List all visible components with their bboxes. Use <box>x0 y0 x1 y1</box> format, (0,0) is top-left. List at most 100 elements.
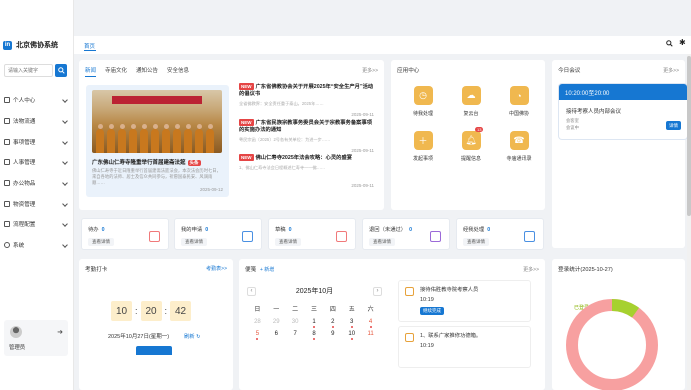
search-input[interactable] <box>4 64 53 77</box>
sidebar-item-materials[interactable]: 物资管理 <box>0 193 74 214</box>
next-month-button[interactable]: › <box>372 286 382 296</box>
stat-details-button[interactable]: 查看详情 <box>88 238 114 246</box>
news-item-title: NEW 广东省佛教协会关于开展2025年“安全生产月”活动的倡议书 <box>239 83 374 97</box>
sidebar-item-workflow[interactable]: 流程配置 <box>0 214 74 235</box>
app-china-buddhist[interactable]: ◔ 中国佛协 <box>495 86 543 117</box>
sidebar-item-label: 系统 <box>13 243 25 250</box>
meeting-name: 接待考察人员内部会议 <box>566 109 622 115</box>
calendar-day[interactable]: 28 <box>248 319 267 325</box>
stat-count: 0 <box>101 227 105 233</box>
sidebar-item-matters[interactable]: 事项管理 <box>0 131 74 152</box>
chevron-down-icon <box>62 118 68 124</box>
app-pending[interactable]: ◷ 待我处理 <box>399 86 447 117</box>
tab-home[interactable]: 首页 <box>84 42 95 50</box>
sidebar-item-label: 法物流通 <box>13 119 36 126</box>
sidebar-item-personal-center[interactable]: 个人中心 <box>0 90 74 111</box>
calendar-day[interactable]: 8 <box>305 331 324 337</box>
calendar-day[interactable]: 29 <box>267 319 286 325</box>
gear-icon[interactable]: ✱ <box>679 38 686 47</box>
tab-notices[interactable]: 通知公告 <box>136 66 158 77</box>
user-name: 管理员 <box>9 345 26 351</box>
featured-news-title: 广东佛山仁寿寺隆重举行首届建斋法筵 头条 <box>92 160 201 166</box>
search-icon[interactable] <box>666 40 673 47</box>
gear-icon <box>4 242 10 249</box>
add-note-button[interactable]: + 新增 <box>260 266 274 273</box>
meeting-more-link[interactable]: 更多>> <box>663 67 679 74</box>
tab-temple-culture[interactable]: 寺庙文化 <box>105 66 127 77</box>
calendar-day[interactable]: 5 <box>248 331 267 337</box>
featured-news[interactable]: 广东佛山仁寿寺隆重举行首届建斋法筵 头条 佛山仁寿寺于近日隆重举行首届建斋法筵法会… <box>86 85 229 197</box>
stat-label: 退回（未通过） 0 <box>369 227 413 233</box>
stat-label: 待办 0 <box>88 227 105 233</box>
phone-icon: ☎ <box>509 131 529 150</box>
app-cloud[interactable]: ☁ 复云台 <box>447 86 495 117</box>
avatar[interactable] <box>10 326 22 338</box>
calendar-day[interactable]: 1 <box>305 319 324 325</box>
sidebar-item-office-supplies[interactable]: 办公物品 <box>0 173 74 194</box>
box-icon <box>4 200 10 207</box>
news-item-desc: 全省佛教界：安全责任重于泰山。2025年…… <box>239 101 324 106</box>
calendar-day[interactable]: 6 <box>267 331 286 337</box>
stat-details-button[interactable]: 查看详情 <box>181 238 207 246</box>
news-list: NEW 广东省佛教协会关于开展2025年“安全生产月”活动的倡议书 全省佛教界：安… <box>239 83 374 190</box>
calendar-day[interactable]: 2 <box>323 319 342 325</box>
meeting-item[interactable]: 10:20:00至20:00 接待考察人员内部会议 会客室 会议中 详情 <box>559 84 687 139</box>
clock-in-button[interactable] <box>136 346 172 355</box>
new-tag: NEW <box>239 154 254 161</box>
calendar-day[interactable]: 10 <box>342 331 361 337</box>
brand[interactable]: in 北京佛协系统 <box>3 40 58 50</box>
scrollbar-thumb[interactable] <box>687 56 691 216</box>
sidebar-item-dharma-circulation[interactable]: 法物流通 <box>0 111 74 132</box>
stat-details-button[interactable]: 查看详情 <box>463 238 489 246</box>
calendar-day[interactable]: 7 <box>286 331 305 337</box>
calendar-grid: 日 一 二 三 四 五 六 28 29 30 1 2 3 4 5 6 7 8 9 10 11 <box>248 304 380 337</box>
app-initiate[interactable]: ＋ 发起事项 <box>399 131 447 162</box>
stat-details-button[interactable]: 查看详情 <box>275 238 301 246</box>
document-icon <box>336 231 347 242</box>
calendar-day[interactable]: 30 <box>286 319 305 325</box>
stat-count: 0 <box>205 227 209 233</box>
brand-name: 北京佛协系统 <box>16 42 58 49</box>
prev-month-button[interactable]: ‹ <box>247 286 256 296</box>
todo-status-tag[interactable]: 继续完成 <box>420 307 444 315</box>
todo-item[interactable]: 接待佑胜教寺院考察人员 10:19 继续完成 <box>398 280 531 322</box>
calendar-day[interactable]: 11 <box>361 331 380 337</box>
refresh-button[interactable]: 刷新 ↻ <box>184 332 201 340</box>
todo-time: 10:19 <box>420 297 434 303</box>
todo-item[interactable]: 1、联系广家推修功德箱。 10:19 <box>398 326 531 368</box>
meeting-status: 会议中 <box>566 124 579 130</box>
sidebar-item-system[interactable]: 系统 <box>0 235 74 256</box>
app-reminders[interactable]: 🔔︎ 13 提醒信息 <box>447 127 495 162</box>
news-item[interactable]: NEW 广东省佛教协会关于开展2025年“安全生产月”活动的倡议书 全省佛教界：安… <box>239 83 374 119</box>
calendar-day[interactable]: 4 <box>361 319 380 325</box>
calendar-month: 2025年10月 <box>295 288 334 295</box>
tab-safety[interactable]: 安全信息 <box>167 66 189 77</box>
weekday-label: 五 <box>348 307 355 313</box>
tab-news[interactable]: 新闻 <box>85 66 97 77</box>
chevron-down-icon <box>62 242 68 248</box>
app-temple-directory[interactable]: ☎ 寺庙通讯录 <box>495 131 543 162</box>
meeting-title: 今日会议 <box>558 68 581 74</box>
stat-details-button[interactable]: 查看详情 <box>369 238 395 246</box>
app-label: 提醒信息 <box>460 156 481 162</box>
stat-label: 经我处理 0 <box>463 227 491 233</box>
calendar-day[interactable]: 3 <box>342 319 361 325</box>
attendance-sheet-link[interactable]: 考勤表>> <box>206 265 227 272</box>
meeting-card: 今日会议 更多>> 10:20:00至20:00 接待考察人员内部会议 会客室会… <box>552 60 687 248</box>
notes-more-link[interactable]: 更多>> <box>523 266 539 273</box>
news-more-link[interactable]: 更多>> <box>362 67 378 74</box>
search-button[interactable] <box>55 64 67 77</box>
news-item[interactable]: NEW 佛山仁寿寺2025年法会攻略：心灵的盛宴 1、佛山仁寿寺法会日程概述仁寿寺… <box>239 154 374 190</box>
meeting-place: 会客室 <box>566 118 579 123</box>
calendar-day[interactable]: 9 <box>323 331 342 337</box>
news-item[interactable]: NEW 广东省民族宗教事务委员会关于宗教事务备案事项的实施办法的通知 粤民宗函〔2… <box>239 118 374 155</box>
chevron-down-icon <box>62 221 68 228</box>
user-card: 管理员 ➜ <box>4 320 68 356</box>
clock-seconds: 42 <box>170 301 192 321</box>
logout-icon[interactable]: ➜ <box>57 328 63 336</box>
todo-title: 1、联系广家推修功德箱。 <box>420 333 482 339</box>
sidebar-item-personnel[interactable]: 人事管理 <box>0 152 74 173</box>
meeting-details-button[interactable]: 详情 <box>666 121 681 130</box>
headline-badge: 头条 <box>187 160 201 166</box>
calendar-icon <box>405 287 414 296</box>
